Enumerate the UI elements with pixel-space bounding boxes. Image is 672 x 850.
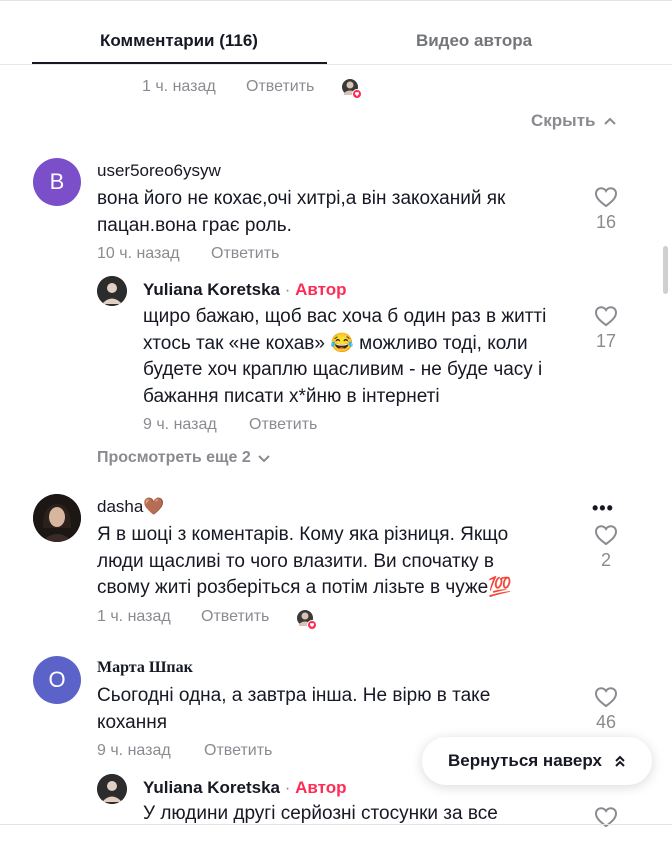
avatar[interactable] (97, 276, 127, 306)
comment-username[interactable]: Марта Шпак (97, 659, 193, 677)
like-count: 2 (600, 550, 611, 570)
heart-icon (594, 187, 618, 208)
creator-liked-icon (341, 78, 363, 100)
reply-timestamp: 1 ч. назад (142, 78, 216, 95)
reply-username[interactable]: Yuliana Koretska · Автор (143, 778, 347, 798)
comment-text: Я в шоці з коментарів. Кому яка різниця.… (97, 522, 512, 602)
reply-timestamp: 9 ч. назад (143, 416, 217, 433)
hide-label: Скрыть (531, 111, 596, 130)
separator: · (284, 778, 291, 797)
avatar[interactable]: O (33, 656, 81, 704)
like-count: 46 (595, 712, 617, 732)
tab-bar: Комментарии (116) Видео автора (0, 0, 672, 66)
comment-timestamp: 1 ч. назад (97, 608, 171, 625)
like-button[interactable]: 17 (586, 305, 626, 352)
double-chevron-up-icon (615, 755, 625, 767)
reply-button[interactable]: Ответить (211, 245, 279, 263)
like-button[interactable]: 2 (586, 524, 626, 571)
comment-username[interactable]: dasha🤎 (97, 497, 165, 517)
avatar-letter: O (48, 667, 66, 692)
reply-text: щиро бажаю, щоб вас хоча б один раз в жи… (143, 304, 546, 410)
reply-button[interactable]: Ответить (246, 78, 314, 96)
comment-line: Сьогодні одна, а завтра інша. Не вірю в … (97, 685, 491, 706)
like-count: 17 (595, 331, 617, 351)
view-more-replies-button[interactable]: Просмотреть еще 2 (97, 449, 271, 467)
reply-username-text: Yuliana Koretska (143, 280, 281, 299)
comment-line: вона його не кохає,очі хитрі,а він закох… (97, 188, 506, 209)
back-to-top-label: Вернуться наверх (448, 751, 602, 770)
like-button[interactable]: 46 (586, 686, 626, 733)
divider (0, 64, 672, 65)
avatar[interactable]: B (33, 158, 81, 206)
reply-button[interactable]: Ответить (204, 742, 272, 760)
comment-line: будете хоч краплю щасливим - не буде час… (143, 359, 543, 380)
comment-text: Сьогодні одна, а завтра інша. Не вірю в … (97, 683, 490, 736)
more-options-icon[interactable]: ••• (592, 498, 614, 519)
heart-icon (594, 525, 618, 546)
divider (0, 824, 672, 825)
comment-timestamp: 9 ч. назад (97, 742, 171, 759)
avatar-letter: B (49, 169, 65, 194)
tab-author-videos[interactable]: Видео автора (327, 31, 621, 51)
comment-line: щиро бажаю, щоб вас хоча б один раз в жи… (143, 306, 547, 327)
reply-username-text: Yuliana Koretska (143, 778, 281, 797)
comment-line: люди щасливі то чого влазити. Ви спочатк… (97, 550, 494, 572)
comment-line: Я в шоці з коментарів. Кому яка різниця.… (97, 524, 509, 545)
chevron-up-icon (604, 117, 617, 125)
comment-line: свому житі розберіться а потім лізьте в … (97, 577, 512, 598)
back-to-top-button[interactable]: Вернуться наверх (422, 737, 652, 785)
heart-icon (594, 687, 618, 708)
tab-comments[interactable]: Комментарии (116) (32, 31, 326, 51)
comment-line: кохання (97, 711, 168, 733)
comment-text: вона його не кохає,очі хитрі,а він закох… (97, 186, 505, 239)
like-count: 16 (595, 212, 617, 232)
avatar[interactable] (33, 494, 81, 542)
reply-username[interactable]: Yuliana Koretska · Автор (143, 280, 347, 300)
reply-button[interactable]: Ответить (201, 608, 269, 626)
heart-icon (594, 306, 618, 327)
creator-liked-icon (296, 609, 318, 631)
chevron-down-icon (258, 455, 270, 463)
comment-line: хтось так «не кохав» 😂 можливо тоді, кол… (143, 332, 528, 354)
author-badge: Автор (295, 778, 347, 797)
separator: · (284, 280, 291, 299)
author-badge: Автор (295, 280, 347, 299)
comment-line: бажання писати х*йню в інтернеті (143, 385, 440, 407)
scrollbar[interactable] (663, 246, 668, 294)
reply-button[interactable]: Ответить (249, 416, 317, 434)
like-button[interactable]: 16 (586, 186, 626, 233)
comment-timestamp: 10 ч. назад (97, 245, 180, 262)
comment-username[interactable]: user5oreo6ysyw (97, 161, 221, 181)
view-more-label: Просмотреть еще 2 (97, 449, 251, 466)
hide-replies-button[interactable]: Скрыть (531, 111, 617, 131)
avatar[interactable] (97, 774, 127, 804)
comment-line: пацан.вона грає роль. (97, 214, 292, 236)
